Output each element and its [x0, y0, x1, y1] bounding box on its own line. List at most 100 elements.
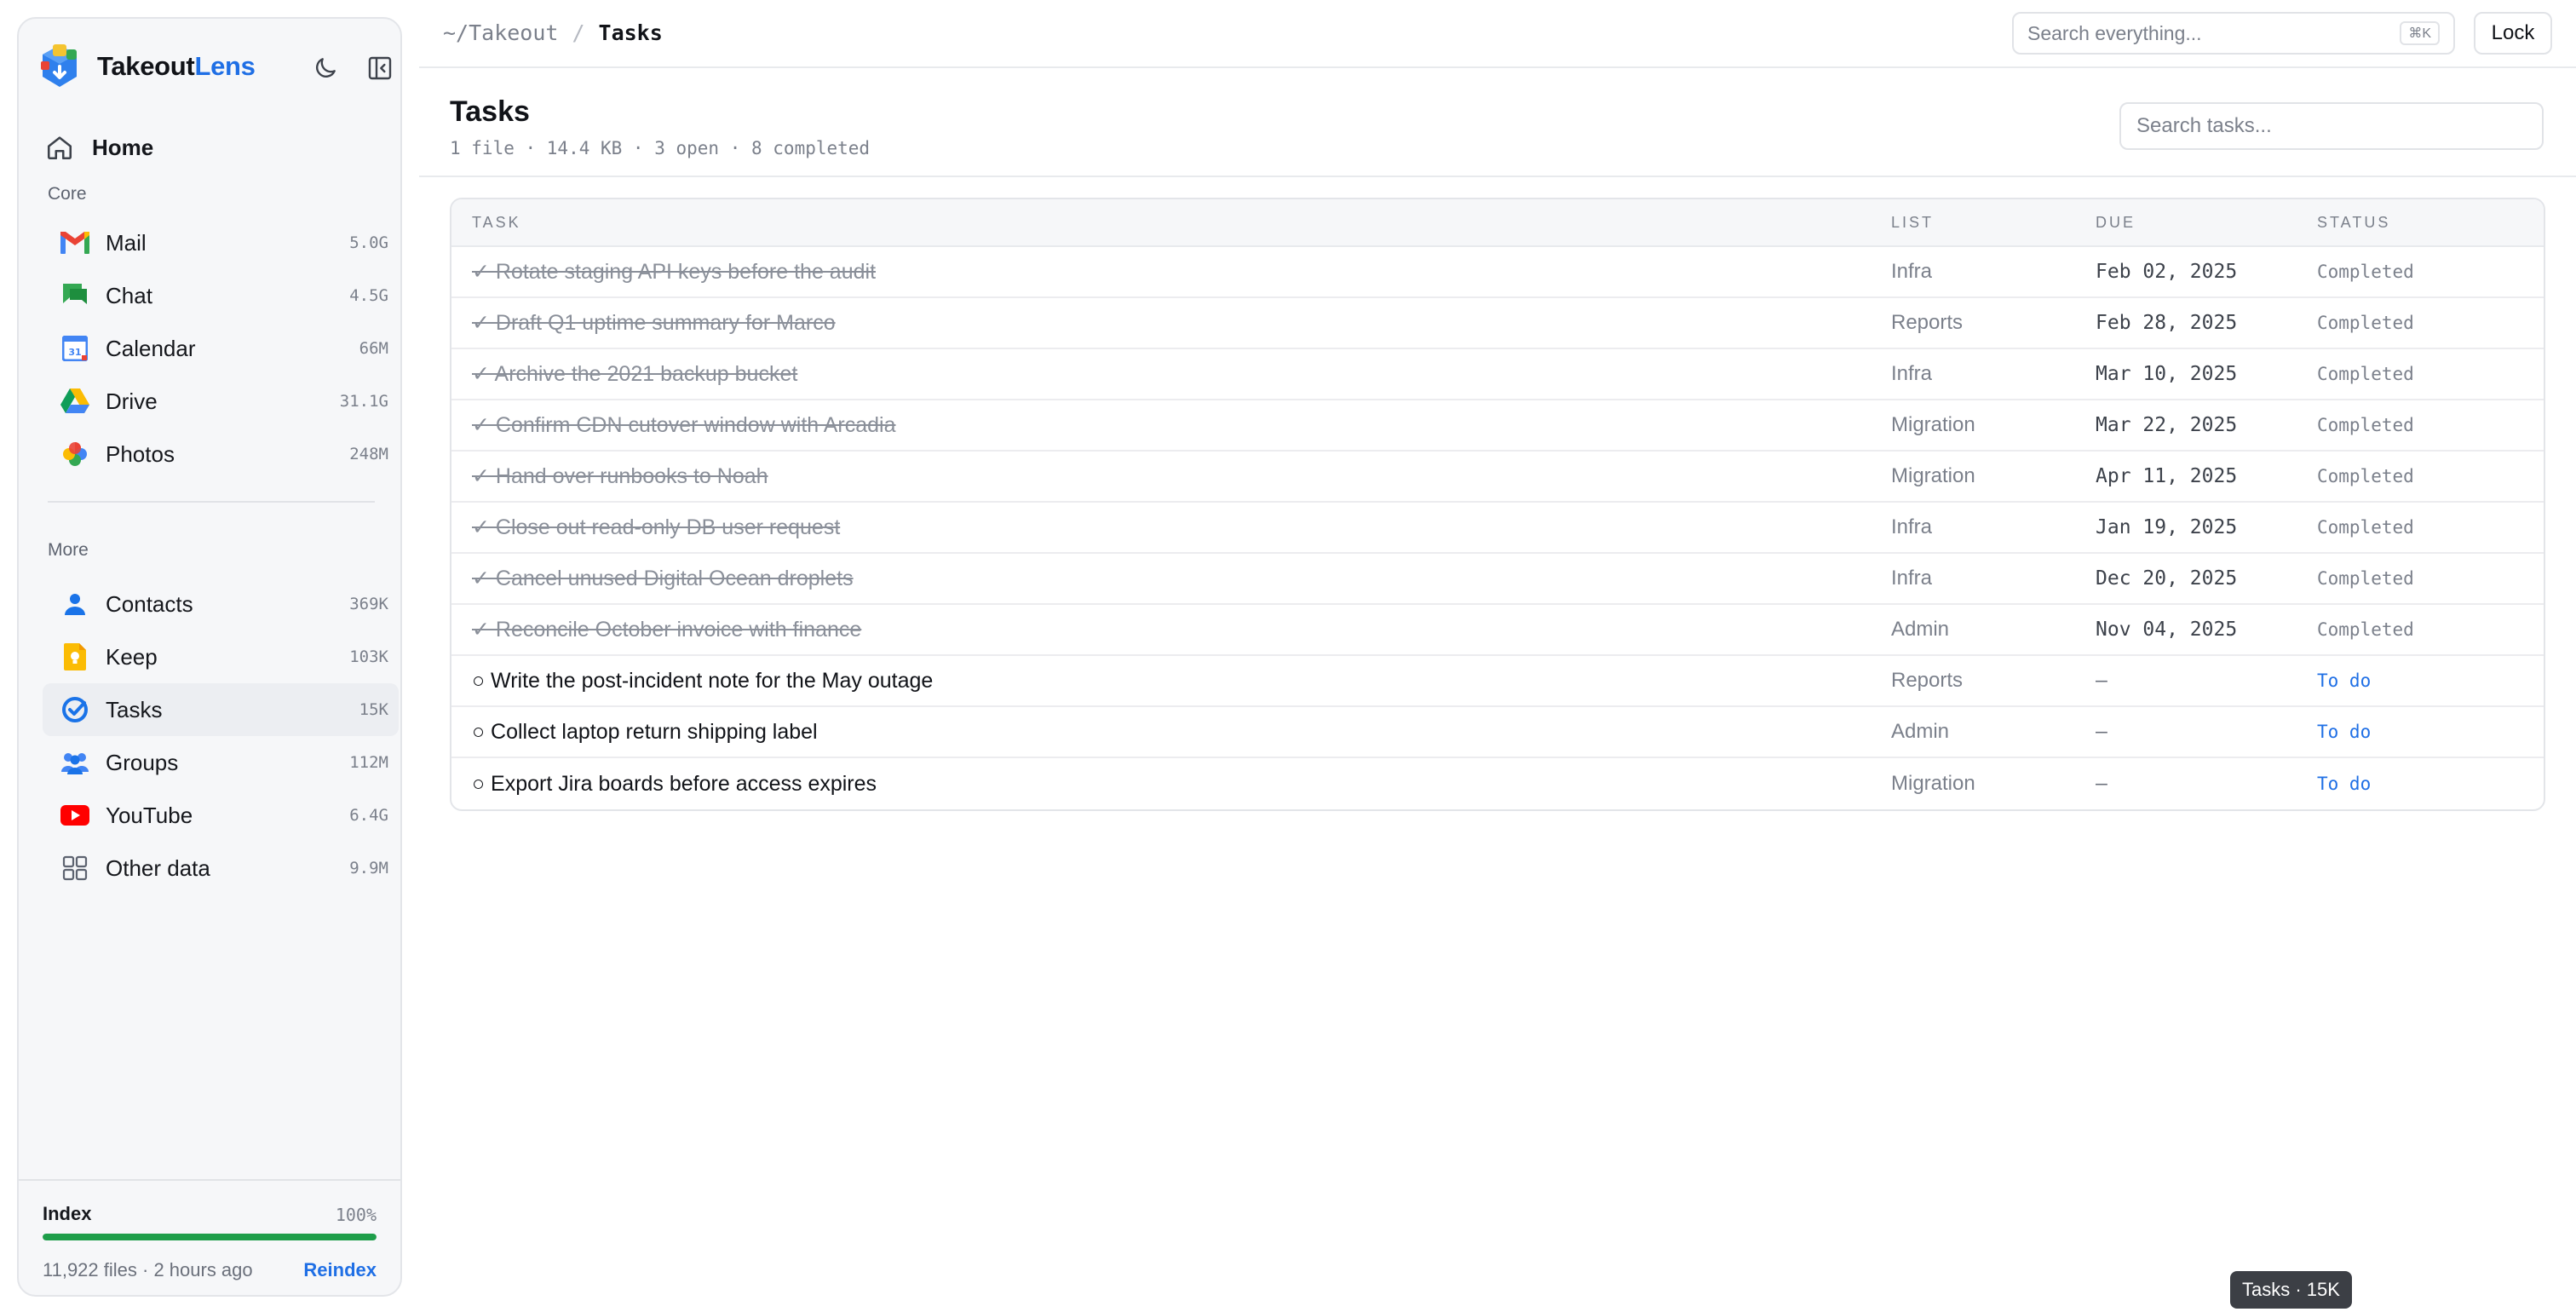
sidebar-item-label: Home [92, 134, 154, 160]
home-icon [43, 130, 77, 164]
task-list: Admin [1891, 720, 1950, 743]
column-header-list: LIST [1891, 213, 1935, 231]
task-due: Apr 11, 2025 [2096, 465, 2238, 487]
table-row[interactable]: ✓ Confirm CDN cutover window with Arcadi… [451, 400, 2544, 452]
table-row[interactable]: ✓ Archive the 2021 backup bucket Infra Mar… [451, 349, 2544, 400]
table-row[interactable]: ✓ Draft Q1 uptime summary for Marco Repor… [451, 298, 2544, 349]
takeoutlens-logo-icon [41, 44, 77, 87]
drive-icon [60, 386, 90, 417]
sidebar-item-label: Tasks [106, 696, 163, 722]
sidebar-item-label: Contacts [106, 590, 193, 617]
index-label: Index [43, 1203, 92, 1224]
groups-icon [60, 747, 90, 778]
sidebar-item-label: Photos [106, 440, 175, 467]
task-due: Dec 20, 2025 [2096, 567, 2238, 590]
task-due: Feb 28, 2025 [2096, 312, 2238, 334]
sidebar-item-keep[interactable]: Keep 103K [43, 630, 399, 683]
breadcrumb-root[interactable]: ~/Takeout [443, 20, 558, 45]
sidebar-item-contacts[interactable]: Contacts 369K [43, 578, 399, 630]
task-list: Infra [1891, 260, 1933, 283]
more-nav-list: Contacts 369K Keep 103K Tasks 15K Groups… [43, 578, 399, 895]
tasks-table: TASK LIST DUE STATUS ✓ Rotate staging AP… [450, 198, 2545, 811]
task-status: Completed [2317, 568, 2414, 589]
task-search-input[interactable] [2136, 114, 2527, 138]
task-due: — [2096, 721, 2107, 743]
index-meta: 11,922 files · 2 hours ago [43, 1259, 253, 1280]
sidebar-item-size: 9.9M [349, 859, 388, 878]
task-list: Reports [1891, 311, 1964, 334]
sidebar-item-size: 4.5G [349, 286, 388, 305]
reindex-button[interactable]: Reindex [303, 1259, 377, 1281]
column-header-task: TASK [472, 213, 521, 231]
task-list: Infra [1891, 362, 1933, 385]
sidebar-item-chat[interactable]: Chat 4.5G [43, 269, 399, 322]
sidebar-item-size: 369K [349, 595, 388, 613]
brand-name-part1: Takeout [97, 51, 195, 81]
table-row[interactable]: ✓ Close out read-only DB user request Inf… [451, 503, 2544, 554]
task-due: Feb 02, 2025 [2096, 261, 2238, 283]
task-due: Mar 10, 2025 [2096, 363, 2238, 385]
task-title: ✓ Close out read-only DB user request [472, 515, 841, 539]
table-row[interactable]: ○ Export Jira boards before access expir… [451, 758, 2544, 809]
task-due: Jan 19, 2025 [2096, 516, 2238, 538]
task-status: To do [2317, 722, 2372, 742]
sidebar-item-calendar[interactable]: 31 Calendar 66M [43, 322, 399, 375]
brand-name-part2: Lens [194, 51, 256, 81]
table-row[interactable]: ✓ Reconcile October invoice with finance… [451, 605, 2544, 656]
task-title: ○ Export Jira boards before access expir… [472, 771, 877, 796]
sidebar-item-youtube[interactable]: YouTube 6.4G [43, 789, 399, 842]
sidebar-item-groups[interactable]: Groups 112M [43, 736, 399, 789]
page-header: Tasks 1 file · 14.4 KB · 3 open · 8 comp… [419, 70, 2576, 177]
table-row[interactable]: ✓ Rotate staging API keys before the aud… [451, 247, 2544, 298]
sidebar-item-size: 5.0G [349, 233, 388, 252]
lock-button[interactable]: Lock [2474, 12, 2552, 55]
sidebar-item-size: 6.4G [349, 806, 388, 825]
breadcrumb-current: Tasks [598, 20, 663, 45]
global-search: ⌘K [2012, 12, 2455, 55]
sidebar-item-mail[interactable]: Mail 5.0G [43, 216, 399, 269]
task-status: Completed [2317, 364, 2414, 384]
svg-text:31: 31 [68, 347, 81, 358]
sidebar-item-other-data[interactable]: Other data 9.9M [43, 842, 399, 895]
sidebar-item-label: Mail [106, 229, 147, 256]
sidebar-divider [48, 501, 375, 503]
moon-icon [316, 58, 336, 78]
task-list: Infra [1891, 515, 1933, 538]
sidebar-item-home[interactable]: Home [43, 124, 380, 170]
table-row[interactable]: ✓ Hand over runbooks to Noah Migration Apr… [451, 452, 2544, 503]
theme-toggle-button[interactable] [308, 51, 342, 85]
task-list: Admin [1891, 618, 1950, 641]
sidebar-item-drive[interactable]: Drive 31.1G [43, 375, 399, 428]
task-search [2119, 102, 2544, 150]
table-row[interactable]: ✓ Cancel unused Digital Ocean droplets In… [451, 554, 2544, 605]
sidebar-item-photos[interactable]: Photos 248M [43, 428, 399, 480]
sidebar-item-size: 103K [349, 647, 388, 666]
global-search-input[interactable] [2027, 21, 2401, 45]
gmail-icon [60, 227, 90, 258]
table-row[interactable]: ○ Write the post-incident note for the M… [451, 656, 2544, 707]
table-row[interactable]: ○ Collect laptop return shipping label Ad… [451, 707, 2544, 758]
index-progress-fill [43, 1234, 377, 1240]
task-due: Nov 04, 2025 [2096, 619, 2238, 641]
index-progress-bar [43, 1234, 377, 1240]
calendar-icon: 31 [60, 333, 90, 364]
task-list: Migration [1891, 413, 1975, 436]
status-toast: Tasks · 15K [2230, 1271, 2352, 1309]
collapse-sidebar-button[interactable] [363, 51, 397, 85]
task-list: Migration [1891, 772, 1975, 795]
task-status: Completed [2317, 313, 2414, 333]
tasks-icon [60, 694, 90, 725]
sidebar-section-more: More [48, 540, 89, 560]
table-body: ✓ Rotate staging API keys before the aud… [451, 247, 2544, 809]
task-list: Migration [1891, 464, 1975, 487]
index-panel: Index 100% 11,922 files · 2 hours ago Re… [19, 1179, 400, 1295]
task-status: Completed [2317, 466, 2414, 486]
core-nav-list: Mail 5.0G Chat 4.5G 31 Calendar 66M Driv… [43, 216, 399, 480]
chat-icon [60, 280, 90, 311]
sidebar-item-label: Drive [106, 388, 158, 414]
sidebar-item-label: Keep [106, 643, 158, 670]
sidebar-item-label: Groups [106, 749, 179, 775]
sidebar-item-label: Chat [106, 282, 152, 308]
sidebar-item-tasks[interactable]: Tasks 15K [43, 683, 399, 736]
sidebar-item-size: 66M [359, 339, 388, 358]
